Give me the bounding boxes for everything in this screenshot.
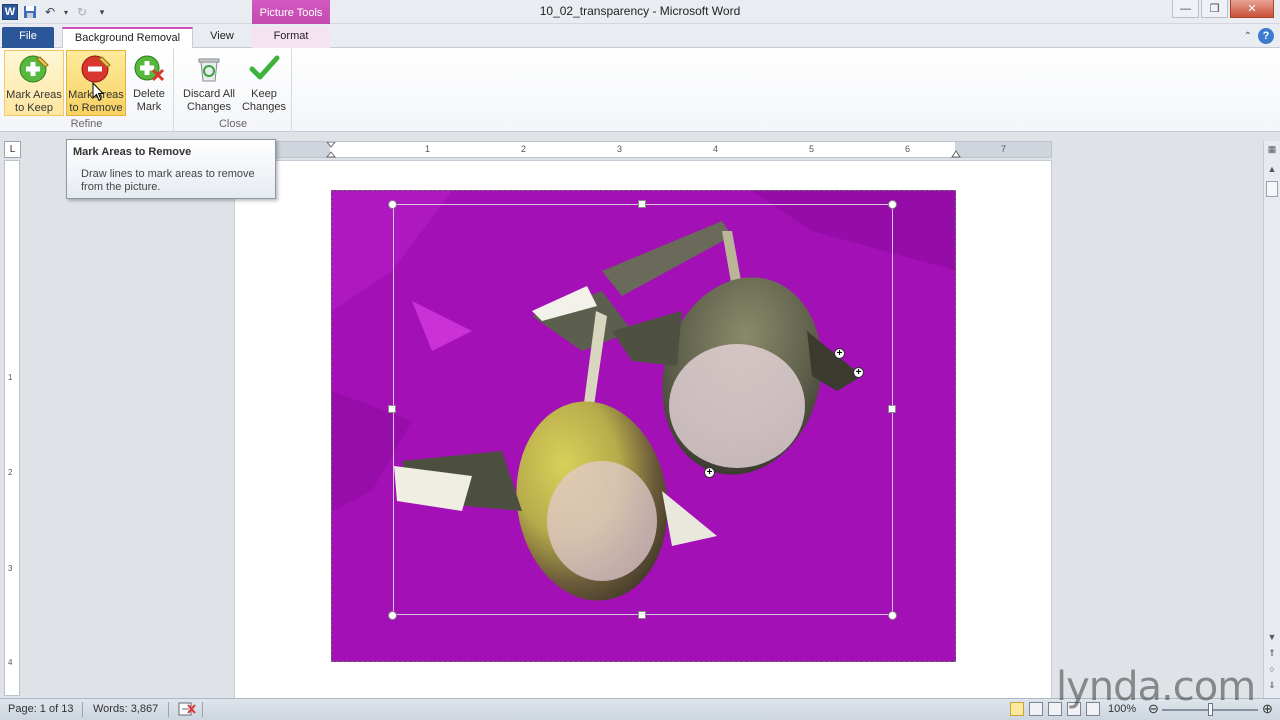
tab-file[interactable]: File xyxy=(2,27,54,48)
scroll-up-icon[interactable]: ▲ xyxy=(1266,163,1278,175)
tab-view[interactable]: View xyxy=(199,27,245,48)
tooltip-title: Mark Areas to Remove xyxy=(73,146,192,158)
close-button[interactable]: ✕ xyxy=(1230,0,1274,18)
browse-object-icon[interactable]: ○ xyxy=(1266,663,1278,675)
remove-mark-icon xyxy=(80,53,112,85)
keep-mark-icon[interactable]: + xyxy=(853,367,864,378)
page-count[interactable]: Page: 1 of 13 xyxy=(8,703,73,715)
ruler-label: 3 xyxy=(8,564,13,573)
vertical-scrollbar[interactable]: ▦ ▲ ▼ ⇑ ○ ⇓ xyxy=(1263,141,1280,701)
discard-label: Discard All Changes xyxy=(183,88,235,113)
mouse-cursor-icon xyxy=(92,82,104,102)
group-refine: Mark Areas to Keep Mark Areas to Remove … xyxy=(0,48,174,132)
full-screen-reading-button[interactable] xyxy=(1029,702,1043,716)
word-count[interactable]: Words: 3,867 xyxy=(93,703,158,715)
checkmark-icon xyxy=(248,52,280,84)
ruler-label: 1 xyxy=(8,373,13,382)
window-title: 10_02_transparency - Microsoft Word xyxy=(539,4,741,18)
view-ruler-icon[interactable]: ▦ xyxy=(1266,143,1278,155)
status-divider xyxy=(82,702,83,717)
refine-group-label: Refine xyxy=(70,118,103,130)
group-close: Discard All Changes Keep Changes Close xyxy=(175,48,292,132)
resize-handle[interactable] xyxy=(888,611,897,620)
status-divider xyxy=(168,702,169,717)
scroll-thumb[interactable] xyxy=(1266,181,1278,197)
ruler-label: 4 xyxy=(8,658,13,667)
delete-mark-label: Delete Mark xyxy=(133,88,165,113)
keep-mark-icon[interactable]: + xyxy=(704,467,715,478)
resize-handle[interactable] xyxy=(638,200,646,208)
tooltip: Mark Areas to Remove Draw lines to mark … xyxy=(66,139,276,199)
add-mark-icon xyxy=(18,53,50,85)
ruler-label: 6 xyxy=(905,144,911,154)
title-bar: W ↶ ▾ ↻ ▾ Picture Tools 10_02_transparen… xyxy=(0,0,1280,24)
tab-background-removal[interactable]: Background Removal xyxy=(62,27,193,48)
discard-all-changes-button[interactable]: Discard All Changes xyxy=(178,50,240,116)
ruler-label: 4 xyxy=(713,144,719,154)
zoom-in-icon[interactable]: ⊕ xyxy=(1262,701,1273,717)
ruler-label: 2 xyxy=(8,468,13,477)
tooltip-description: Draw lines to mark areas to remove from … xyxy=(81,168,255,193)
mark-areas-to-keep-button[interactable]: Mark Areas to Keep xyxy=(4,50,64,116)
ruler-label: 7 xyxy=(1001,144,1007,154)
close-group-label: Close xyxy=(218,118,248,130)
minimize-button[interactable]: — xyxy=(1172,0,1199,18)
keep-mark-icon[interactable]: + xyxy=(834,348,845,359)
resize-handle[interactable] xyxy=(388,611,397,620)
mark-keep-label: Mark Areas to Keep xyxy=(6,89,62,114)
indent-marker-icon[interactable] xyxy=(326,142,336,158)
resize-handle[interactable] xyxy=(388,200,397,209)
keep-changes-label: Keep Changes xyxy=(241,88,287,113)
keep-changes-button[interactable]: Keep Changes xyxy=(239,50,289,116)
ruler-label: 5 xyxy=(809,144,815,154)
resize-handle[interactable] xyxy=(888,200,897,209)
delete-mark-icon xyxy=(133,52,165,84)
next-page-icon[interactable]: ⇓ xyxy=(1266,679,1278,691)
ribbon-tabs: File Background Removal View Format ⌃ ? xyxy=(0,24,1280,48)
proofing-icon[interactable] xyxy=(178,701,196,720)
ruler-label: 2 xyxy=(521,144,527,154)
window-controls: — ❐ ✕ xyxy=(1172,0,1274,18)
watermark: lynda.com xyxy=(1056,664,1256,710)
keep-area-selection[interactable] xyxy=(393,204,893,615)
print-layout-view-button[interactable] xyxy=(1010,702,1024,716)
ruler-label: 1 xyxy=(425,144,431,154)
ruler-label: 3 xyxy=(617,144,623,154)
help-icon[interactable]: ? xyxy=(1258,28,1274,44)
minimize-ribbon-icon[interactable]: ⌃ xyxy=(1244,31,1252,42)
recycle-bin-icon xyxy=(193,52,225,84)
resize-handle[interactable] xyxy=(388,405,396,413)
resize-handle[interactable] xyxy=(638,611,646,619)
tabrow-right-controls: ⌃ ? xyxy=(1244,28,1274,44)
restore-button[interactable]: ❐ xyxy=(1201,0,1228,18)
delete-mark-button[interactable]: Delete Mark xyxy=(128,50,170,116)
tab-selector[interactable]: L xyxy=(4,141,21,158)
ribbon: Mark Areas to Keep Mark Areas to Remove … xyxy=(0,48,1280,132)
tab-format[interactable]: Format xyxy=(252,27,330,48)
status-divider xyxy=(202,702,203,717)
vertical-ruler[interactable]: 1 2 3 4 xyxy=(4,160,20,696)
previous-page-icon[interactable]: ⇑ xyxy=(1266,647,1278,659)
resize-handle[interactable] xyxy=(888,405,896,413)
horizontal-ruler[interactable]: 1 2 3 4 5 6 7 xyxy=(236,141,1052,158)
right-indent-marker-icon[interactable] xyxy=(951,149,961,158)
scroll-down-icon[interactable]: ▼ xyxy=(1266,631,1278,643)
